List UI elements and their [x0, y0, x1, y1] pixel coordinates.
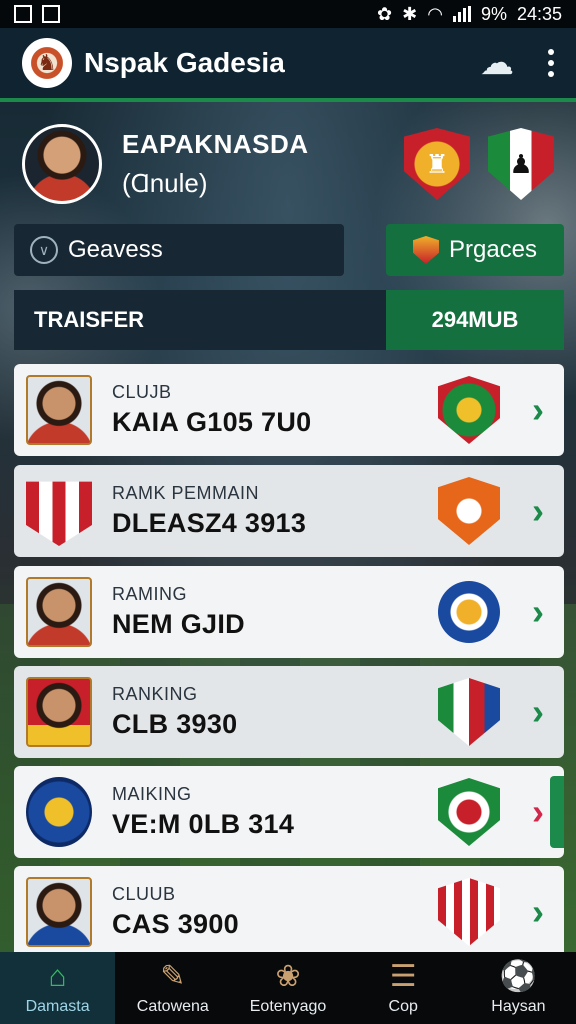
nav-item-cop[interactable]: ☰ Cop	[346, 952, 461, 1024]
transfer-value: 294MUB	[386, 290, 564, 350]
crest-icon	[412, 236, 439, 264]
club-crest-icon	[438, 778, 500, 846]
card-label: MAIKING	[112, 784, 192, 804]
wifi-icon: ◠	[427, 3, 443, 24]
card-label: RAMK PEMMAIN	[112, 483, 260, 503]
eagle-logo-icon[interactable]: ☁	[480, 43, 514, 83]
home-icon: ⌂	[48, 960, 67, 993]
chevron-right-icon[interactable]: ›	[526, 891, 550, 933]
card-label: RAMING	[112, 584, 187, 604]
chevron-down-icon: ∨	[30, 236, 58, 264]
player-avatar	[26, 375, 92, 445]
card-value: KAIA G105 7U0	[112, 407, 312, 437]
chevron-right-icon[interactable]: ›	[526, 791, 550, 833]
card-value: CLB 3930	[112, 709, 238, 739]
card-value: VE:M 0LB 314	[112, 809, 295, 839]
card-label: CLUJB	[112, 382, 172, 402]
card-value: CAS 3900	[112, 909, 239, 939]
list-item[interactable]: CLUJB KAIA G105 7U0 ›	[14, 364, 564, 456]
transfer-bar[interactable]: TRAISFER 294MUB	[14, 290, 564, 350]
nav-item-eotenyago[interactable]: ❀ Eotenyago	[230, 952, 345, 1024]
clock: 24:35	[516, 3, 562, 24]
soccer-ball-icon: ⚽	[499, 960, 538, 993]
club-crest-icon	[438, 376, 500, 444]
transfer-label: TRAISFER	[14, 290, 386, 350]
club-crest-icon	[26, 481, 92, 546]
app-title: Nspak Gadesia	[84, 47, 285, 78]
battery-level: 9%	[480, 3, 507, 24]
list-icon: ☰	[389, 960, 417, 993]
notification-icon	[14, 5, 32, 23]
chevron-right-icon[interactable]: ›	[526, 591, 550, 633]
chevron-right-icon[interactable]: ›	[526, 691, 550, 733]
prgaces-button[interactable]: Prgaces	[386, 224, 564, 276]
nav-label: Eotenyago	[249, 998, 327, 1015]
edit-icon: ✎	[160, 960, 186, 993]
image-icon	[42, 5, 60, 23]
app-logo[interactable]: ♞	[22, 38, 72, 88]
nav-label: Haysan	[491, 998, 546, 1015]
more-options-icon[interactable]	[548, 49, 554, 77]
card-value: DLEASZ4 3913	[112, 508, 307, 538]
club-crest-icon	[438, 878, 500, 946]
nav-label: Catowena	[136, 998, 209, 1015]
status-bar: ✿ ✱ ◠ 9% 24:35	[0, 0, 576, 28]
profile-avatar[interactable]	[22, 124, 102, 204]
selection-indicator	[550, 776, 564, 848]
player-avatar	[26, 677, 92, 747]
card-label: CLUUB	[112, 884, 176, 904]
list-item[interactable]: CLUUB CAS 3900 ›	[14, 866, 564, 958]
nav-item-damasta[interactable]: ⌂ Damasta	[0, 952, 116, 1024]
paw-icon: ✿	[377, 3, 393, 24]
signal-icon	[452, 6, 471, 22]
nav-label: Cop	[388, 998, 418, 1015]
card-label: RANKING	[112, 684, 198, 704]
club-crest-icon[interactable]: ♟	[488, 128, 554, 200]
profile-subtitle: (Ɑnule)	[122, 168, 208, 198]
nav-label: Damasta	[25, 998, 90, 1015]
club-crest-icon[interactable]: ♜	[404, 128, 470, 200]
list-item[interactable]: RAMK PEMMAIN DLEASZ4 3913 ›	[14, 465, 564, 557]
list-item[interactable]: RAMING NEM GJID ›	[14, 566, 564, 658]
geavess-label: Geavess	[68, 236, 163, 263]
card-value: NEM GJID	[112, 609, 245, 639]
club-crest-icon	[26, 777, 92, 847]
profile-section: EAPAKNASDA (Ɑnule) ♜ ♟	[0, 106, 576, 222]
nav-item-catowena[interactable]: ✎ Catowena	[115, 952, 230, 1024]
cat-icon: ❀	[275, 960, 301, 993]
player-avatar	[26, 877, 92, 947]
bluetooth-icon: ✱	[402, 3, 418, 24]
chevron-right-icon[interactable]: ›	[526, 389, 550, 431]
chevron-right-icon[interactable]: ›	[526, 490, 550, 532]
list-item[interactable]: MAIKING VE:M 0LB 314 ›	[14, 766, 564, 858]
club-crest-icon	[438, 477, 500, 545]
list-item[interactable]: RANKING CLB 3930 ›	[14, 666, 564, 758]
nav-item-haysan[interactable]: ⚽ Haysan	[461, 952, 576, 1024]
player-avatar	[26, 577, 92, 647]
app-header: ♞ Nspak Gadesia ☁	[0, 28, 576, 102]
profile-name: EAPAKNASDA	[122, 129, 309, 159]
action-row: ∨ Geavess Prgaces	[14, 224, 564, 276]
prgaces-label: Prgaces	[448, 236, 538, 263]
geavess-button[interactable]: ∨ Geavess	[14, 224, 344, 276]
bottom-nav: ⌂ Damasta ✎ Catowena ❀ Eotenyago ☰ Cop ⚽…	[0, 952, 576, 1024]
club-crest-icon	[438, 678, 500, 746]
club-crest-icon	[438, 581, 500, 643]
